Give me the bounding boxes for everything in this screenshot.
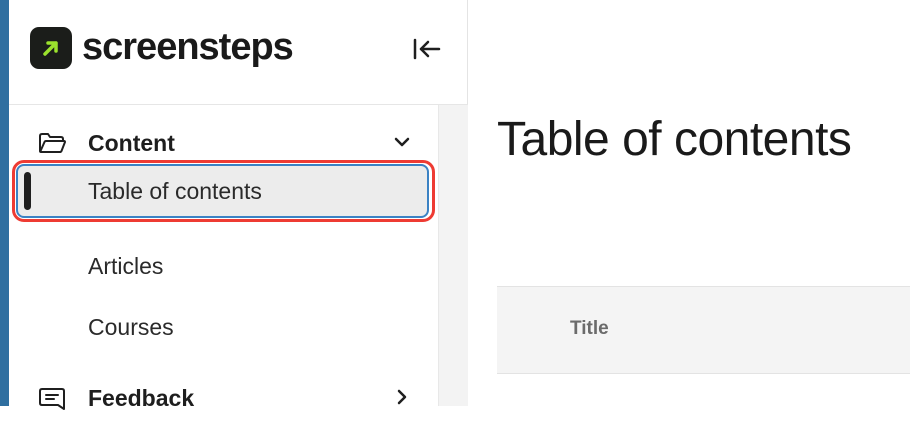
table-header: Title bbox=[497, 286, 910, 374]
sidebar-section-label: Content bbox=[88, 130, 175, 156]
main-content: Table of contents Title bbox=[469, 0, 910, 406]
sidebar-section-label: Feedback bbox=[88, 385, 195, 411]
chevron-down-icon bbox=[391, 131, 413, 153]
chevron-right-icon bbox=[391, 386, 413, 408]
collapse-sidebar-button[interactable] bbox=[407, 34, 447, 64]
sidebar-item-courses[interactable]: Courses bbox=[9, 301, 429, 353]
sidebar-item-label: Courses bbox=[88, 314, 174, 340]
folder-icon bbox=[37, 130, 67, 156]
window-edge bbox=[0, 0, 9, 406]
page-title: Table of contents bbox=[497, 113, 852, 166]
logo-icon bbox=[30, 27, 72, 69]
collapse-left-icon bbox=[413, 38, 441, 60]
column-header-title[interactable]: Title bbox=[570, 318, 609, 340]
brand-name: screensteps bbox=[82, 26, 294, 68]
active-indicator bbox=[24, 172, 31, 210]
sidebar-item-table-of-contents[interactable]: Table of contents bbox=[12, 160, 435, 222]
feedback-icon bbox=[37, 385, 67, 411]
sidebar-item-label: Articles bbox=[88, 253, 164, 279]
sidebar-header: screensteps bbox=[9, 0, 468, 105]
sidebar-item-label: Table of contents bbox=[88, 178, 262, 204]
sidebar: screensteps Content Table of contents Ar… bbox=[9, 0, 468, 411]
sidebar-item-articles[interactable]: Articles bbox=[9, 240, 429, 292]
sidebar-scrollbar[interactable] bbox=[438, 105, 468, 406]
sidebar-section-feedback[interactable]: Feedback bbox=[9, 373, 429, 423]
